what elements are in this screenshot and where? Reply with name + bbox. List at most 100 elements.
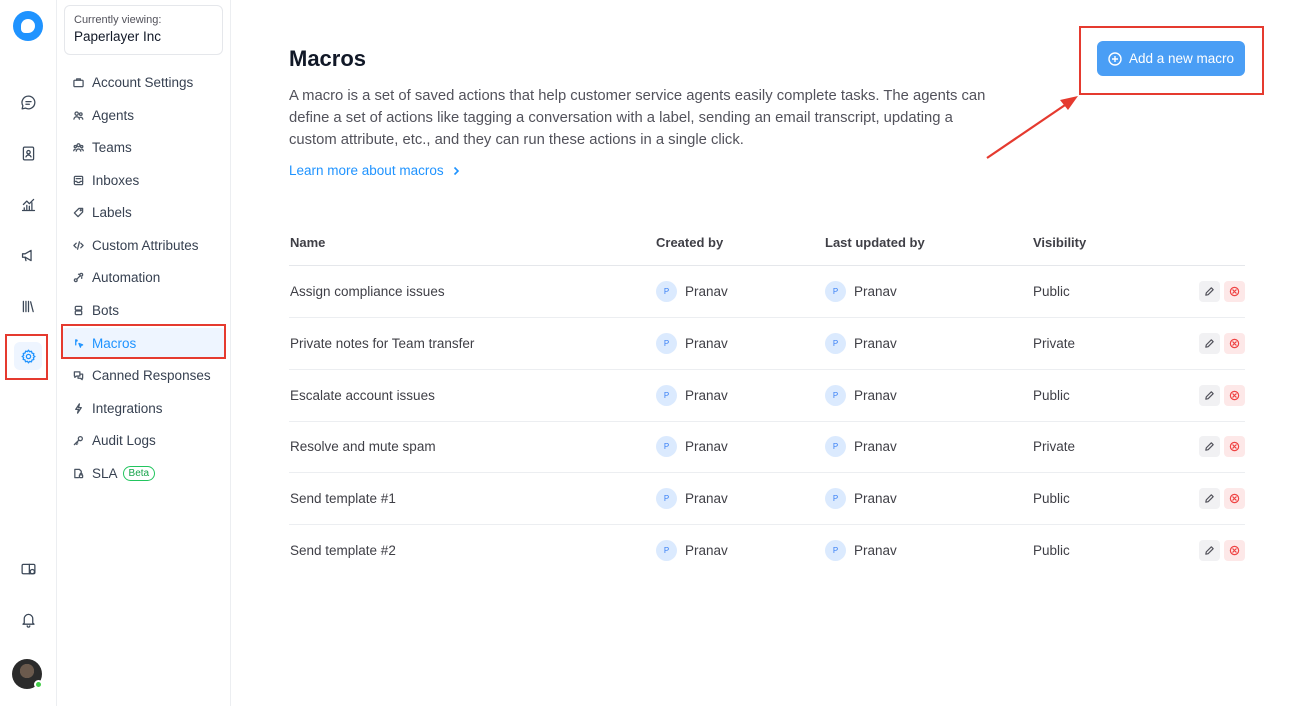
team-icon	[73, 142, 84, 153]
conversations-icon[interactable]	[14, 88, 42, 116]
avatar: P	[825, 281, 846, 302]
close-circle-icon	[1229, 338, 1240, 349]
tag-icon	[73, 207, 84, 218]
campaigns-icon[interactable]	[14, 241, 42, 269]
sidebar-item-automation[interactable]: Automation	[62, 262, 225, 292]
sidebar-item-inboxes[interactable]: Inboxes	[62, 165, 225, 195]
table-row: Send template #1 P Pranav P Pranav Public	[289, 473, 1245, 525]
dashboard-apps-icon[interactable]	[14, 555, 42, 583]
macro-name: Private notes for Team transfer	[290, 336, 475, 351]
sidebar-item-label: Automation	[92, 269, 161, 285]
document-lock-icon	[73, 468, 84, 479]
delete-button[interactable]	[1224, 540, 1245, 561]
avatar: P	[825, 385, 846, 406]
sidebar-item-label: Bots	[92, 302, 120, 318]
sidebar-item-label: Custom Attributes	[92, 237, 199, 253]
sidebar-item-agents[interactable]: Agents	[62, 100, 225, 130]
sidebar-item-bots[interactable]: Bots	[62, 295, 225, 325]
visibility: Public	[1033, 543, 1070, 558]
delete-button[interactable]	[1224, 333, 1245, 354]
settings-icon[interactable]	[14, 342, 42, 370]
sidebar-item-label: Integrations	[92, 400, 163, 416]
table-row: Private notes for Team transfer P Pranav …	[289, 318, 1245, 370]
pencil-icon	[1205, 494, 1214, 503]
sidebar-item-label: Inboxes	[92, 172, 140, 188]
sidebar-item-macros[interactable]: Macros	[62, 328, 225, 358]
add-macro-label: Add a new macro	[1128, 51, 1235, 66]
sidebar-item-labels[interactable]: Labels	[62, 197, 225, 227]
sidebar-item-integrations[interactable]: Integrations	[62, 393, 225, 423]
sidebar-item-audit-logs[interactable]: Audit Logs	[62, 425, 225, 455]
edit-button[interactable]	[1199, 436, 1220, 457]
column-header-visibility: Visibility	[1033, 235, 1087, 250]
table-row: Assign compliance issues P Pranav P Pranav…	[289, 266, 1245, 318]
avatar: P	[825, 333, 846, 354]
sidebar-item-label: Teams	[92, 139, 132, 155]
sidebar-item-sla[interactable]: SLA Beta	[62, 458, 225, 488]
table-row: Resolve and mute spam P Pranav P Pranav Pr…	[289, 421, 1245, 473]
flash-icon	[73, 402, 84, 414]
avatar: P	[656, 436, 677, 457]
library-icon[interactable]	[14, 292, 42, 320]
avatar: P	[825, 540, 846, 561]
close-circle-icon	[1229, 545, 1240, 556]
pencil-icon	[1205, 287, 1214, 296]
inbox-icon	[73, 175, 84, 186]
learn-more-label: Learn more about macros	[289, 163, 444, 178]
visibility: Public	[1033, 284, 1070, 299]
sidebar-item-canned-responses[interactable]: Canned Responses	[62, 360, 225, 390]
macro-name: Assign compliance issues	[290, 284, 445, 299]
updated-by: Pranav	[854, 439, 897, 454]
learn-more-link[interactable]: Learn more about macros	[289, 163, 461, 178]
contacts-icon[interactable]	[14, 139, 42, 167]
bell-icon[interactable]	[14, 605, 42, 633]
user-avatar[interactable]	[12, 659, 43, 689]
edit-button[interactable]	[1199, 385, 1220, 406]
table-row: Send template #2 P Pranav P Pranav Public	[289, 525, 1245, 577]
avatar: P	[825, 488, 846, 509]
key-icon	[73, 435, 84, 446]
edit-button[interactable]	[1199, 540, 1220, 561]
sidebar-item-label: Audit Logs	[92, 432, 156, 448]
sidebar-item-label: Account Settings	[92, 74, 194, 90]
delete-button[interactable]	[1224, 436, 1245, 457]
created-by: Pranav	[685, 543, 728, 558]
updated-by: Pranav	[854, 284, 897, 299]
visibility: Public	[1033, 491, 1070, 506]
bot-icon	[73, 305, 84, 316]
sidebar-item-custom-attributes[interactable]: Custom Attributes	[62, 230, 225, 260]
macro-icon	[73, 338, 84, 349]
briefcase-icon	[73, 77, 84, 88]
updated-by: Pranav	[854, 543, 897, 558]
add-macro-button[interactable]: Add a new macro	[1097, 41, 1245, 76]
sidebar-item-teams[interactable]: Teams	[62, 132, 225, 162]
sidebar-item-label: Labels	[92, 204, 132, 220]
table-header: Name Created by Last updated by Visibili…	[289, 228, 1245, 266]
column-header-last-updated-by: Last updated by	[825, 235, 925, 250]
visibility: Private	[1033, 336, 1076, 351]
settings-sidebar: Currently viewing: Paperlayer Inc Accoun…	[57, 0, 231, 706]
updated-by: Pranav	[854, 491, 897, 506]
edit-button[interactable]	[1199, 281, 1220, 302]
account-switcher[interactable]: Currently viewing: Paperlayer Inc	[64, 5, 223, 55]
account-label: Currently viewing:	[74, 14, 162, 26]
delete-button[interactable]	[1224, 385, 1245, 406]
sidebar-item-account-settings[interactable]: Account Settings	[62, 67, 225, 97]
visibility: Private	[1033, 439, 1076, 454]
created-by: Pranav	[685, 439, 728, 454]
delete-button[interactable]	[1224, 281, 1245, 302]
column-header-created-by: Created by	[656, 235, 724, 250]
sidebar-item-label: Macros	[92, 335, 137, 351]
created-by: Pranav	[685, 284, 728, 299]
edit-button[interactable]	[1199, 488, 1220, 509]
reports-icon[interactable]	[14, 190, 42, 218]
created-by: Pranav	[685, 491, 728, 506]
avatar: P	[825, 436, 846, 457]
updated-by: Pranav	[854, 336, 897, 351]
macro-name: Escalate account issues	[290, 388, 435, 403]
edit-button[interactable]	[1199, 333, 1220, 354]
delete-button[interactable]	[1224, 488, 1245, 509]
macro-name: Resolve and mute spam	[290, 439, 436, 454]
avatar: P	[656, 333, 677, 354]
logo-icon[interactable]	[13, 11, 43, 41]
